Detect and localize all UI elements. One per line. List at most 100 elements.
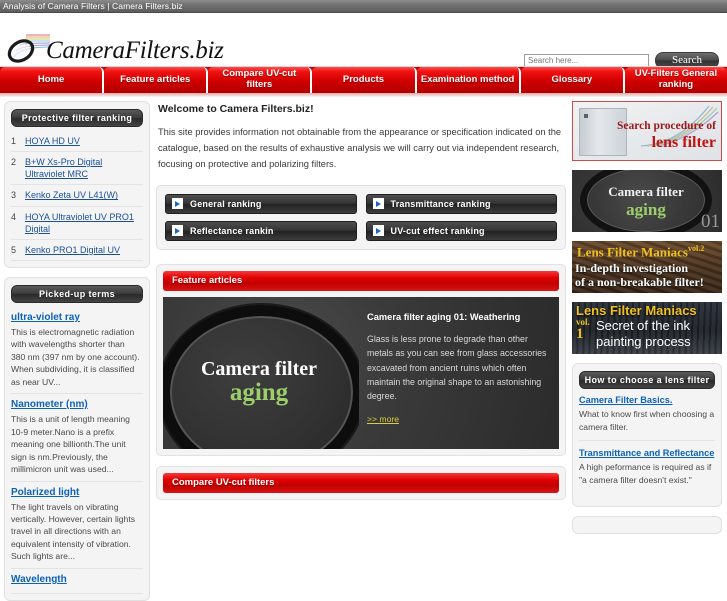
play-icon <box>372 198 384 210</box>
banner-volume: vol. 1 <box>576 318 590 342</box>
howto-desc-basics: What to know first when choosing a camer… <box>579 408 715 441</box>
banner-line-2: aging <box>626 200 666 219</box>
main-navigation: Home Feature articles Compare UV-cut fil… <box>0 66 727 97</box>
term-link[interactable]: Polarized light <box>11 487 141 498</box>
feature-article-image: Camera filter aging <box>163 297 359 449</box>
compare-uv-cut-filters-section: Compare UV-cut filters <box>156 465 566 500</box>
banner-line-1: Camera filter <box>608 184 684 199</box>
banner-line-1: Secret of the ink <box>596 318 690 333</box>
left-sidebar: Protective filter ranking 1 HOYA HD UV 2… <box>4 101 150 601</box>
rank-number: 2 <box>11 157 17 168</box>
ranking-list: 1 HOYA HD UV 2 B+W Xs-Pro Digital Ultrav… <box>11 131 143 261</box>
logo-text: CameraFilters.biz <box>46 36 224 64</box>
feature-article-title: Camera filter aging 01: Weathering <box>367 311 521 322</box>
banner-search-procedure[interactable]: Search procedure of lens filter <box>572 101 722 161</box>
banner-lens-filter-maniacs-vol2[interactable]: Lens Filter Maniacsvol.2 In-depth invest… <box>572 241 722 293</box>
page-title: Welcome to Camera Filters.biz! <box>158 103 314 115</box>
term-link[interactable]: Wavelength <box>11 574 141 585</box>
browser-title-bar: Analysis of Camera Filters | Camera Filt… <box>0 0 727 13</box>
more-link[interactable]: >> more <box>367 414 399 424</box>
term-link[interactable]: ultra-violet ray <box>11 312 141 323</box>
button-label: Transmittance ranking <box>390 198 491 209</box>
play-icon <box>372 225 384 237</box>
protective-filter-ranking-panel: Protective filter ranking 1 HOYA HD UV 2… <box>4 101 150 268</box>
feature-image-caption: Camera filter aging <box>171 359 347 407</box>
right-sidebar: Search procedure of lens filter Camera f… <box>572 101 722 545</box>
ranking-button-group: General ranking Transmittance ranking Re… <box>156 184 566 250</box>
howto-link-transmittance[interactable]: Transmittance and Reflectance <box>579 448 715 458</box>
button-label: UV-cut effect ranking <box>390 225 485 236</box>
nav-item-compare-uv-cut[interactable]: Compare UV-cut filters <box>208 67 313 93</box>
transmittance-ranking-button[interactable]: Transmittance ranking <box>365 193 557 214</box>
play-icon <box>172 198 183 210</box>
rank-link[interactable]: HOYA Ultraviolet UV PRO1 Digital <box>25 211 141 235</box>
nav-item-examination-method[interactable]: Examination method <box>416 67 521 93</box>
site-logo[interactable]: CameraFilters.biz <box>6 33 224 67</box>
caption-line-2: aging <box>229 378 289 406</box>
how-to-choose-panel: How to choose a lens filter Camera Filte… <box>572 363 722 507</box>
rank-number: 3 <box>11 190 17 201</box>
button-label: Reflectance rankin <box>190 225 274 236</box>
list-item[interactable]: 5 Kenko PRO1 Digital UV <box>11 240 143 261</box>
list-item: ultra-violet ray This is electromagnetic… <box>11 307 143 395</box>
feature-article[interactable]: Camera filter aging Camera filter aging … <box>163 296 559 449</box>
banner-line-1: Search procedure of <box>616 120 716 132</box>
howto-panel-title: How to choose a lens filter <box>579 371 715 389</box>
ranking-panel-title: Protective filter ranking <box>11 109 143 127</box>
list-item[interactable]: 1 HOYA HD UV <box>11 131 143 153</box>
play-icon <box>172 225 183 237</box>
rank-number: 4 <box>11 211 17 222</box>
banner-lens-filter-maniacs-vol1[interactable]: Lens Filter Maniacs vol. 1 Secret of the… <box>572 302 722 354</box>
list-item[interactable]: 3 Kenko Zeta UV L41(W) <box>11 185 143 207</box>
rank-link[interactable]: Kenko Zeta UV L41(W) <box>25 189 118 201</box>
feature-article-body: Glass is less prone to degrade than othe… <box>367 334 547 401</box>
sidebar-panel-stub <box>572 515 722 534</box>
banner-heading: Lens Filter Maniacs <box>576 303 697 318</box>
banner-heading: Lens Filter Maniacsvol.2 <box>577 244 704 260</box>
list-item: Wavelength <box>11 569 143 594</box>
term-link[interactable]: Nanometer (nm) <box>11 399 141 410</box>
feature-article-text: Camera filter aging 01: Weathering Glass… <box>359 297 559 449</box>
button-label: General ranking <box>190 198 262 209</box>
reflectance-ranking-button[interactable]: Reflectance rankin <box>165 220 357 241</box>
nav-item-uv-filters-ranking[interactable]: UV-Filters General ranking <box>624 67 727 93</box>
nav-item-products[interactable]: Products <box>312 67 417 93</box>
banner-number: 01 <box>701 211 720 232</box>
page-body: Protective filter ranking 1 HOYA HD UV 2… <box>0 93 727 601</box>
term-description: This is a unit of length meaning 10-9 me… <box>11 414 130 475</box>
list-item[interactable]: 2 B+W Xs-Pro Digital Ultraviolet MRC <box>11 152 143 186</box>
uv-cut-effect-ranking-button[interactable]: UV-cut effect ranking <box>365 220 557 241</box>
site-header: CameraFilters.biz Search <box>0 13 727 69</box>
banner-volume: vol.2 <box>687 244 705 253</box>
banner-line-1: In-depth investigation <box>575 261 689 275</box>
terms-panel-title: Picked-up terms <box>11 284 143 303</box>
welcome-paragraph: This site provides information not obtai… <box>158 127 562 169</box>
rank-number: 1 <box>11 136 17 146</box>
list-item[interactable]: 4 HOYA Ultraviolet UV PRO1 Digital <box>11 207 143 240</box>
term-description: This is electromagnetic radiation with w… <box>11 326 140 387</box>
main-content: Welcome to Camera Filters.biz! This site… <box>156 101 566 545</box>
nav-item-feature-articles[interactable]: Feature articles <box>104 67 209 93</box>
list-item: Polarized light The light travels on vib… <box>11 482 143 569</box>
rank-link[interactable]: Kenko PRO1 Digital UV <box>25 244 120 256</box>
list-item: Nanometer (nm) This is a unit of length … <box>11 394 143 482</box>
nav-item-glossary[interactable]: Glossary <box>520 67 625 93</box>
rank-number: 5 <box>11 244 17 255</box>
measuring-device-icon <box>579 108 627 156</box>
term-description: The light travels on vibrating verticall… <box>11 501 136 562</box>
general-ranking-button[interactable]: General ranking <box>165 193 357 214</box>
howto-link-basics[interactable]: Camera Filter Basics. <box>579 395 715 405</box>
rank-link[interactable]: B+W Xs-Pro Digital Ultraviolet MRC <box>25 156 141 180</box>
banner-camera-filter-aging[interactable]: Camera filter aging 01 <box>572 170 722 232</box>
feature-articles-section: Feature articles Camera filter aging Cam… <box>156 263 566 456</box>
caption-line-1: Camera filter <box>200 357 318 380</box>
rank-link[interactable]: HOYA HD UV <box>25 135 80 147</box>
picked-up-terms-panel: Picked-up terms ultra-violet ray This is… <box>4 276 150 601</box>
howto-desc-transmittance: A high peformance is required as if "a c… <box>579 461 712 485</box>
section-heading: Compare UV-cut filters <box>163 472 559 493</box>
banner-line-2: of a non-breakable filter! <box>575 275 704 289</box>
banner-line-2: lens filter <box>651 134 716 151</box>
banner-volume-number: 1 <box>576 326 584 342</box>
nav-item-home[interactable]: Home <box>0 67 105 93</box>
section-heading: Feature articles <box>163 270 559 291</box>
